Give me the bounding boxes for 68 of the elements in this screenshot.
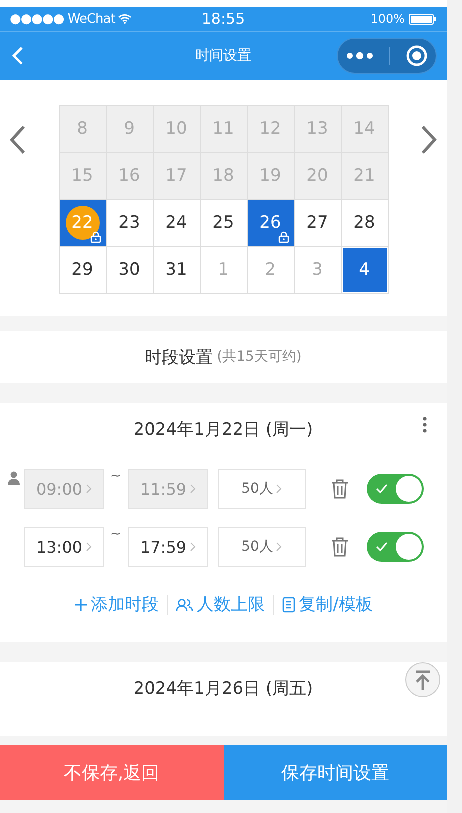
capacity-field[interactable]: 50人 [218,527,306,567]
chevron-icon [86,542,92,552]
start-time-field[interactable]: 13:00 [24,527,104,567]
chevron-icon [86,484,92,494]
chevron-icon [190,484,196,494]
plus-icon [74,598,88,612]
chevron-icon [276,542,282,552]
battery-icon [409,14,437,24]
status-time: 18:55 [202,10,246,28]
date-heading: 2024年1月26日 (周五) [134,678,314,700]
battery-label: 100% [370,12,405,26]
next-month-icon[interactable] [421,125,437,155]
calendar-day[interactable]: 9 [106,106,154,153]
calendar-day[interactable]: 13 [294,106,342,153]
calendar-day[interactable]: 27 [294,200,342,247]
section-title: 时段设置 [145,346,214,368]
wifi-icon [118,14,132,24]
calendar-day[interactable]: 10 [154,106,200,153]
calendar-day[interactable]: 31 [154,247,200,294]
available-days-note: (共15天可约) [217,348,302,366]
calendar-day[interactable]: 23 [106,200,154,247]
calendar-day[interactable]: 24 [154,200,200,247]
calendar-day[interactable]: 3 [294,247,342,294]
calendar-day[interactable]: 21 [342,153,388,200]
more-icon[interactable] [346,52,374,60]
document-icon [282,596,296,612]
range-separator: ~ [110,469,122,484]
calendar-day[interactable]: 20 [294,153,342,200]
calendar-day[interactable]: 26 [248,200,294,247]
action-link[interactable]: 人数上限 [176,593,266,616]
trash-icon[interactable] [331,537,349,557]
calendar-day[interactable]: 4 [342,247,388,294]
calendar-day[interactable]: 18 [200,153,248,200]
date-heading: 2024年1月22日 (周一) [134,418,314,440]
calendar-day[interactable]: 30 [106,247,154,294]
more-icon[interactable] [423,417,427,433]
action-link[interactable]: 添加时段 [74,593,160,616]
calendar-day[interactable]: 28 [342,200,388,247]
close-icon[interactable] [406,45,428,67]
calendar-day[interactable]: 22 [60,200,106,247]
nav-title: 时间设置 [196,47,252,65]
back-icon[interactable] [12,46,24,66]
save-button[interactable]: 保存时间设置 [224,745,447,800]
range-separator: ~ [110,527,122,542]
calendar-day[interactable]: 25 [200,200,248,247]
calendar-day[interactable]: 8 [60,106,106,153]
calendar-day[interactable]: 14 [342,106,388,153]
users-icon [176,598,194,612]
calendar-day[interactable]: 29 [60,247,106,294]
chevron-icon [190,542,196,552]
chevron-icon [276,484,282,494]
calendar-day[interactable]: 16 [106,153,154,200]
scroll-top-icon[interactable] [405,662,441,698]
action-link[interactable]: 复制/模板 [282,593,373,616]
calendar-day[interactable]: 2 [248,247,294,294]
end-time-field[interactable]: 17:59 [128,527,208,567]
calendar-day[interactable]: 11 [200,106,248,153]
calendar-day[interactable]: 12 [248,106,294,153]
check-icon [376,484,388,494]
toggle-switch[interactable] [367,532,424,562]
cancel-button[interactable]: 不保存,返回 [0,745,224,800]
check-icon [376,542,388,552]
carrier-label: ●●●●● WeChat [10,12,116,26]
calendar-day[interactable]: 19 [248,153,294,200]
calendar-day[interactable]: 17 [154,153,200,200]
calendar-day[interactable]: 15 [60,153,106,200]
previous-month-icon[interactable] [10,125,26,155]
calendar-day[interactable]: 1 [200,247,248,294]
